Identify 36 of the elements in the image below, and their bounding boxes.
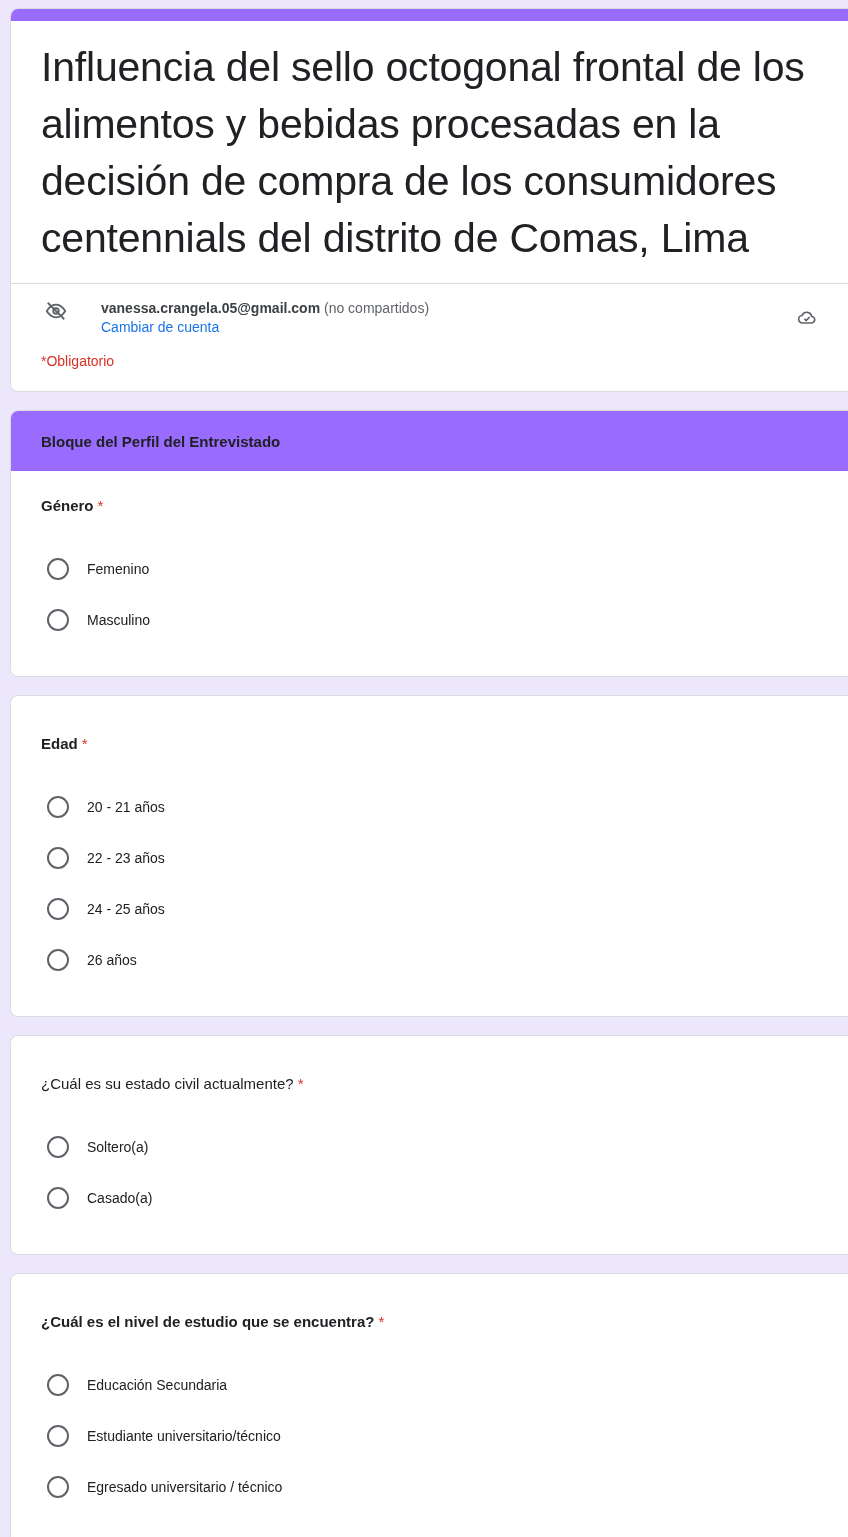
- option-label: Estudiante universitario/técnico: [87, 1427, 281, 1444]
- option-label: 20 - 21 años: [87, 798, 165, 815]
- radio-button[interactable]: [47, 1373, 69, 1396]
- question-title: Edad *: [41, 734, 89, 754]
- radio-button[interactable]: [47, 1424, 69, 1447]
- option-label: Masculino: [87, 611, 151, 628]
- eye-slash-icon: [45, 300, 67, 322]
- option-label: Egresado universitario / técnico: [87, 1478, 283, 1495]
- radio-button[interactable]: [47, 795, 69, 818]
- radio-button[interactable]: [47, 897, 69, 920]
- switch-account-link[interactable]: Cambiar de cuenta: [101, 319, 220, 335]
- form-title: Influencia del sello octogonal frontal de los alimentos y bebidas procesadas en la decisión de compra de los consumidores centennials del distrito de Comas, Lima: [11, 21, 848, 284]
- option-label: 22 - 23 años: [87, 849, 165, 866]
- radio-button[interactable]: [47, 557, 69, 580]
- required-asterisk: *: [297, 1075, 304, 1092]
- option-label: Casado(a): [87, 1189, 153, 1206]
- question-title: ¿Cuál es el nivel de estudio que se encuentra? *: [41, 1312, 386, 1332]
- account-email: vanessa.crangela.05@gmail.com (no compartidos): [101, 300, 431, 316]
- radio-button[interactable]: [47, 948, 69, 971]
- radio-button[interactable]: [47, 608, 69, 631]
- required-asterisk: *: [81, 735, 88, 752]
- required-asterisk: *: [378, 1313, 385, 1330]
- radio-button[interactable]: [47, 1475, 69, 1498]
- question-title: ¿Cuál es su estado civil actualmente? *: [41, 1074, 305, 1094]
- option-label: Soltero(a): [87, 1138, 149, 1155]
- required-notice: *Obligatorio: [40, 352, 116, 371]
- option-label: 24 - 25 años: [87, 900, 165, 917]
- radio-button[interactable]: [47, 846, 69, 869]
- question-title: Género *: [41, 496, 105, 516]
- radio-button[interactable]: [47, 1186, 69, 1209]
- option-label: Femenino: [87, 560, 150, 577]
- option-label: Educación Secundaria: [87, 1376, 228, 1393]
- radio-button[interactable]: [47, 1135, 69, 1158]
- required-asterisk: *: [97, 497, 104, 514]
- section-header: Bloque del Perfil del Entrevistado: [11, 411, 848, 471]
- option-label: 26 años: [87, 951, 137, 968]
